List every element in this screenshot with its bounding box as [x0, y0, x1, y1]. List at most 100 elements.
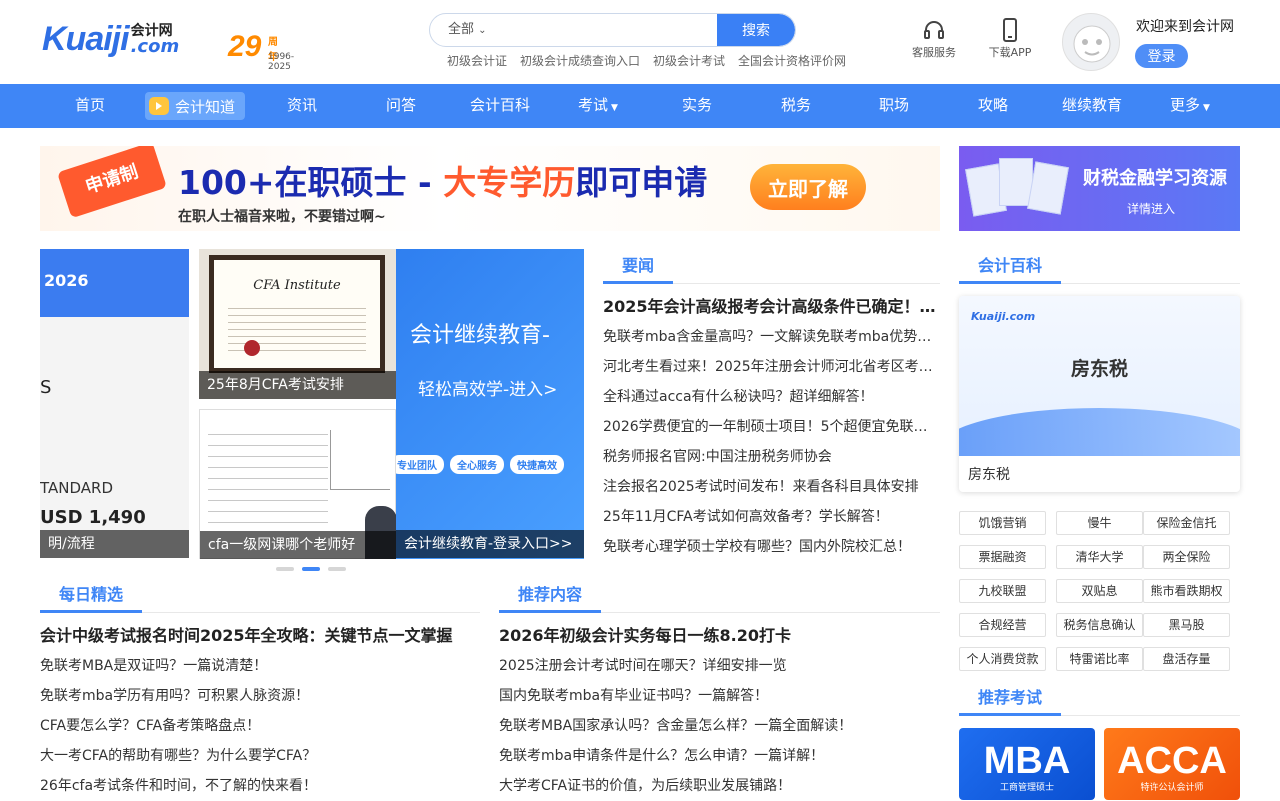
- wiki-card-image: Kuaiji.com 房东税: [959, 296, 1240, 456]
- list-item[interactable]: 大一考CFA的帮助有哪些？为什么要学CFA？: [40, 741, 480, 771]
- nav-news[interactable]: 资讯: [272, 84, 332, 128]
- download-app-button[interactable]: 下载APP: [980, 18, 1040, 60]
- wiki-tag[interactable]: 个人消费贷款: [959, 647, 1046, 671]
- nav-home[interactable]: 首页: [60, 84, 120, 128]
- list-item[interactable]: 免联考mba申请条件是什么？怎么申请？一篇详解！: [499, 741, 940, 771]
- search-category-select[interactable]: 全部 ⌄: [430, 14, 490, 46]
- list-item[interactable]: 25年11月CFA考试如何高效备考？学长解答！: [603, 502, 940, 532]
- wiki-tag[interactable]: 票据融资: [959, 545, 1046, 569]
- master-degree-banner[interactable]: 申请制 100+在职硕士 - 大专学历即可申请 在职人士福音来啦，不要错过啊~ …: [40, 146, 940, 231]
- list-item[interactable]: CFA要怎么学？CFA备考策略盘点！: [40, 711, 480, 741]
- carousel-slide[interactable]: 2026 S TANDARD USD 1,490 明/流程: [40, 249, 189, 558]
- daily-list: 会计中级考试报名时间2025年全攻略：关键节点一文掌握 免联考MBA是双证吗？一…: [40, 621, 480, 801]
- finance-resources-banner[interactable]: 财税金融学习资源 详情进入: [959, 146, 1240, 231]
- nav-practice[interactable]: 实务: [667, 84, 727, 128]
- site-header: Kuaiji 会计网 .com 29 周年 1996-2025 全部 ⌄ 搜索 …: [0, 0, 1280, 84]
- list-item[interactable]: 大学考CFA证书的价值，为后续职业发展铺路！: [499, 771, 940, 801]
- logo-cn: 会计网 .com: [130, 23, 180, 57]
- hotword-link[interactable]: 初级会计证: [447, 52, 507, 69]
- section-title[interactable]: 推荐内容: [499, 579, 602, 613]
- search-bar: 全部 ⌄ 搜索: [429, 13, 796, 47]
- hotword-link[interactable]: 全国会计资格评价网: [738, 52, 846, 69]
- wiki-tag[interactable]: 两全保险: [1143, 545, 1230, 569]
- section-title[interactable]: 会计百科: [959, 250, 1062, 284]
- carousel-dots: [276, 567, 346, 571]
- list-item[interactable]: 2025注册会计考试时间在哪天？详细安排一览: [499, 651, 940, 681]
- news-header: 要闻: [603, 250, 940, 284]
- carousel-slide[interactable]: cfa一级网课哪个老师好: [199, 409, 397, 559]
- logo-icon: Kuaiji.com: [971, 310, 1036, 323]
- carousel-dot[interactable]: [276, 567, 294, 571]
- nav-career[interactable]: 职场: [864, 84, 924, 128]
- nav-more[interactable]: 更多 ▼: [1160, 84, 1220, 128]
- wiki-tag[interactable]: 九校联盟: [959, 579, 1046, 603]
- list-item[interactable]: 国内免联考mba有毕业证书吗？一篇解答！: [499, 681, 940, 711]
- list-item[interactable]: 注会报名2025考试时间发布！来看各科目具体安排: [603, 472, 940, 502]
- list-item[interactable]: 免联考MBA是双证吗？一篇说清楚！: [40, 651, 480, 681]
- list-item[interactable]: 26年cfa考试条件和时间，不了解的快来看！: [40, 771, 480, 801]
- login-button[interactable]: 登录: [1135, 44, 1188, 68]
- carousel-slide[interactable]: CFA Institute 25年8月CFA考试安排: [199, 249, 396, 399]
- section-title[interactable]: 要闻: [603, 250, 674, 284]
- nav-guide[interactable]: 攻略: [963, 84, 1023, 128]
- nav-kuaiji-zhidao[interactable]: 会计知道: [145, 92, 246, 120]
- wiki-tag[interactable]: 特雷诺比率: [1056, 647, 1143, 671]
- hot-search-words: 初级会计证 初级会计成绩查询入口 初级会计考试 全国会计资格评价网: [447, 52, 846, 69]
- list-item[interactable]: 全科通过acca有什么秘诀吗？超详细解答！: [603, 382, 940, 412]
- recommend-header: 推荐内容: [499, 579, 940, 613]
- section-title[interactable]: 每日精选: [40, 579, 143, 613]
- wiki-tag[interactable]: 双贴息: [1056, 579, 1143, 603]
- welcome-text: 欢迎来到会计网: [1136, 19, 1234, 35]
- site-logo[interactable]: Kuaiji 会计网 .com: [42, 20, 179, 59]
- list-item[interactable]: 免联考MBA国家承认吗？含金量怎么样？一篇全面解读！: [499, 711, 940, 741]
- nav-tax[interactable]: 税务: [766, 84, 826, 128]
- tv-icon: [149, 97, 169, 115]
- hotword-link[interactable]: 初级会计成绩查询入口: [520, 52, 640, 69]
- section-title[interactable]: 推荐考试: [959, 682, 1062, 716]
- wiki-card-caption: 房东税: [968, 467, 1010, 483]
- wiki-tag[interactable]: 熊市看跌期权: [1143, 579, 1230, 603]
- list-item[interactable]: 2026学费便宜的一年制硕士项目！5个超便宜免联考项目: [603, 412, 940, 442]
- wiki-tag[interactable]: 饥饿营销: [959, 511, 1046, 535]
- carousel-dot[interactable]: [328, 567, 346, 571]
- list-item[interactable]: 税务师报名官网:中国注册税务师协会: [603, 442, 940, 472]
- slide-caption: 25年8月CFA考试安排: [199, 371, 396, 399]
- nav-qa[interactable]: 问答: [371, 84, 431, 128]
- wiki-tag[interactable]: 盘活存量: [1143, 647, 1230, 671]
- anniversary-badge: 29 周年 1996-2025: [228, 30, 295, 72]
- nav-wiki[interactable]: 会计百科: [460, 84, 540, 128]
- list-item[interactable]: 河北考生看过来！2025年注册会计师河北省考区考试安排: [603, 352, 940, 382]
- logo-wordmark: Kuaiji: [42, 20, 130, 58]
- recommend-list: 2026年初级会计实务每日一练8.20打卡 2025注册会计考试时间在哪天？详细…: [499, 621, 940, 801]
- carousel-slide[interactable]: 会计继续教育- 轻松高效学-进入> 专业团队 全心服务 快捷高效 会计继续教育-…: [396, 249, 584, 559]
- caret-down-icon: ▼: [1203, 103, 1210, 113]
- wiki-tag[interactable]: 税务信息确认: [1056, 613, 1143, 637]
- list-item[interactable]: 2025年会计高级报考会计高级条件已确定！速看: [603, 292, 940, 322]
- list-item[interactable]: 会计中级考试报名时间2025年全攻略：关键节点一文掌握: [40, 621, 480, 651]
- search-input[interactable]: [490, 14, 717, 46]
- user-avatar[interactable]: [1062, 13, 1120, 71]
- wiki-tag[interactable]: 慢牛: [1056, 511, 1143, 535]
- wiki-card[interactable]: Kuaiji.com 房东税 房东税: [959, 296, 1240, 492]
- wiki-tag[interactable]: 保险金信托: [1143, 511, 1230, 535]
- hotword-link[interactable]: 初级会计考试: [653, 52, 725, 69]
- nav-continuing-edu[interactable]: 继续教育: [1052, 84, 1132, 128]
- list-item[interactable]: 免联考mba含金量高吗？一文解读免联考mba优势所在: [603, 322, 940, 352]
- wiki-tag[interactable]: 合规经营: [959, 613, 1046, 637]
- exam-card-mba[interactable]: MBA 工商管理硕士: [959, 728, 1095, 800]
- lecture-slide-image: [208, 424, 328, 524]
- exam-card-acca[interactable]: ACCA 特许公认会计师: [1104, 728, 1240, 800]
- list-item[interactable]: 免联考mba学历有用吗？可积累人脉资源！: [40, 681, 480, 711]
- slide-caption: 明/流程: [40, 530, 189, 558]
- search-button[interactable]: 搜索: [717, 14, 795, 46]
- nav-exam[interactable]: 考试 ▼: [568, 84, 628, 128]
- exams-header: 推荐考试: [959, 682, 1240, 716]
- wiki-tag[interactable]: 清华大学: [1056, 545, 1143, 569]
- customer-service-button[interactable]: 客服服务: [904, 18, 964, 60]
- list-item[interactable]: 免联考心理学硕士学校有哪些？国内外院校汇总！: [603, 532, 940, 562]
- list-item[interactable]: 2026年初级会计实务每日一练8.20打卡: [499, 621, 940, 651]
- wiki-header: 会计百科: [959, 250, 1240, 284]
- carousel-dot-active[interactable]: [302, 567, 320, 571]
- wiki-tag[interactable]: 黑马股: [1143, 613, 1230, 637]
- learn-more-button[interactable]: 立即了解: [750, 164, 866, 210]
